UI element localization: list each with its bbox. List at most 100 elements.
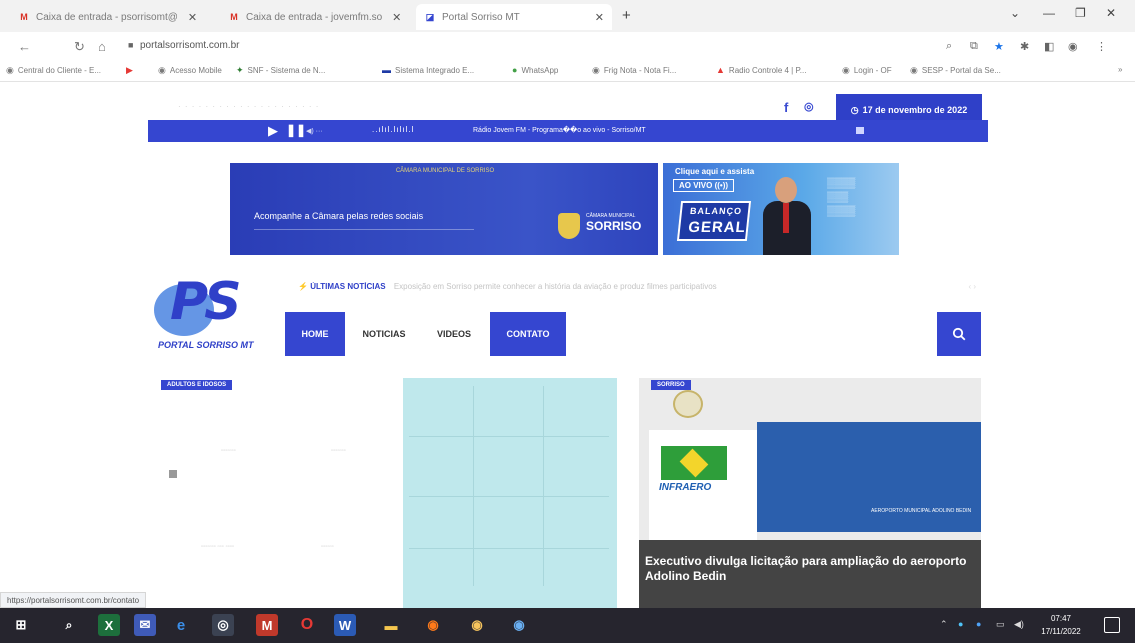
close-tab-icon[interactable]: ✕	[595, 11, 604, 24]
pause-icon[interactable]: ❚❚	[286, 123, 306, 137]
volume-icon[interactable]: ◀)	[1014, 619, 1024, 630]
edge-icon[interactable]: e	[170, 614, 192, 636]
site-logo[interactable]: PS PORTAL SORRISO MT	[154, 270, 274, 358]
top-bar: · · · · · · · · · · · · · · · · · · · · …	[148, 90, 988, 126]
bookmark-item[interactable]: ● WhatsApp	[512, 65, 558, 75]
bookmark-item[interactable]: ◉ Login - OF	[842, 65, 892, 76]
ticker-arrows-icon[interactable]: ‹ ›	[968, 282, 976, 291]
camara-crest-icon	[558, 213, 580, 239]
home-icon[interactable]: ⌂	[98, 39, 106, 54]
network-icon[interactable]: ▭	[996, 619, 1005, 630]
bookmark-label: Radio Controle 4 | P...	[728, 65, 807, 75]
card-headline[interactable]: Executivo divulga licitação para ampliaç…	[645, 554, 975, 584]
ticker-text[interactable]: Exposição em Sorriso permite conhecer a …	[394, 282, 717, 291]
reload-icon[interactable]: ↻	[74, 39, 85, 55]
tab-search-icon[interactable]: ⌄	[1010, 6, 1020, 20]
bookmark-item[interactable]: ▶	[126, 65, 137, 76]
instagram-icon[interactable]: ◎	[804, 100, 814, 113]
sie-icon: ▬	[382, 65, 391, 75]
bookmark-item[interactable]: ◉ Central do Cliente - E...	[6, 65, 101, 76]
restore-icon[interactable]: ❐	[1075, 6, 1086, 20]
facebook-icon[interactable]: f	[784, 100, 788, 115]
bookmark-item[interactable]: ◉ SESP - Portal da Se...	[910, 65, 1001, 76]
news-ticker[interactable]: ⚡ ÚLTIMAS NOTÍCIAS Exposição em Sorriso …	[298, 282, 978, 296]
nav-noticias[interactable]: NOTICIAS	[345, 312, 423, 356]
extensions-icon[interactable]: ✱	[1020, 40, 1029, 53]
close-tab-icon[interactable]: ✕	[188, 11, 197, 24]
bookmark-label: Acesso Mobile	[169, 66, 222, 75]
gmail-icon: M	[20, 12, 28, 22]
bookmark-item[interactable]: ▬ Sistema Integrado E...	[382, 65, 474, 75]
news-card-right[interactable]: SORRISO INFRAERO AEROPORTO MUNICIPAL ADO…	[639, 378, 981, 608]
category-tag[interactable]: ADULTOS E IDOSOS	[161, 380, 233, 390]
search-icon[interactable]: ⌕	[58, 614, 80, 636]
taskbar-clock[interactable]: 07:47 17/11/2022	[1035, 612, 1087, 638]
tab-gmail-2[interactable]: M Caixa de entrada - jovemfm.so ✕	[220, 4, 416, 30]
zoom-icon[interactable]: ⌕	[946, 40, 952, 53]
qr-icon	[169, 470, 177, 478]
lightning-icon: ⚡	[298, 282, 311, 291]
more-bookmarks-icon[interactable]: »	[1118, 65, 1122, 74]
bookmark-star-icon[interactable]: ★	[994, 40, 1004, 53]
bookmark-item[interactable]: ▲ Radio Controle 4 | P...	[716, 65, 806, 75]
windows-taskbar: ⊞ ⌕ X ✉ e ◎ M O W ▬ ◉ ◉ ◉ ⌃ ● ● ▭ ◀) 07:…	[0, 608, 1135, 643]
player-stop-icon[interactable]	[856, 127, 864, 134]
faded-text: ▫▫▫▫▫▫▫	[221, 448, 236, 454]
sidepanel-icon[interactable]: ◧	[1044, 40, 1054, 53]
tray-overflow-icon[interactable]: ⌃	[940, 619, 948, 630]
bookmark-item[interactable]: ◉ Acesso Mobile	[158, 65, 222, 76]
tray-app-icon[interactable]: ●	[958, 619, 963, 629]
balanco-logo-line2: GERAL	[687, 219, 747, 236]
file-explorer-icon[interactable]: ▬	[380, 614, 402, 636]
nav-contato[interactable]: CONTATO	[490, 312, 566, 356]
windows-start-icon[interactable]: ⊞	[10, 614, 32, 636]
chrome-icon[interactable]: ◎	[212, 614, 234, 636]
camara-ad-subtitle: Acompanhe a Câmara pelas redes sociais	[254, 211, 424, 221]
notifications-icon[interactable]	[1104, 617, 1120, 633]
window-close-icon[interactable]: ✕	[1106, 6, 1116, 20]
audio-waveform: ..ılıl.lılıl.l	[372, 125, 415, 134]
app-icon[interactable]: ◉	[466, 614, 488, 636]
bookmark-item[interactable]: ✦ SNF - Sistema de N...	[236, 65, 325, 76]
back-icon[interactable]: ←	[18, 39, 31, 54]
faded-text: ▫▫▫▫▫▫▫	[331, 448, 346, 454]
search-button[interactable]	[937, 312, 981, 356]
faded-text: ▫▫▫▫▫▫▫ ▫▫▫ ▫▫▫▫	[201, 544, 235, 550]
url-field[interactable]: portalsorrisomt.com.br	[140, 40, 239, 51]
youtube-icon: ▶	[126, 65, 133, 75]
category-tag[interactable]: SORRISO	[651, 380, 691, 390]
globe-icon: ◉	[842, 65, 850, 75]
nav-label: NOTICIAS	[362, 329, 406, 339]
bookmark-item[interactable]: ◉ Frig Nota - Nota Fi...	[592, 65, 676, 76]
close-tab-icon[interactable]: ✕	[392, 11, 401, 24]
minimize-icon[interactable]: —	[1043, 6, 1055, 20]
clock-date: 17/11/2022	[1041, 627, 1081, 636]
app-icon[interactable]: ◉	[508, 614, 530, 636]
tab-gmail-1[interactable]: M Caixa de entrada - psorrisomt@ ✕	[10, 4, 220, 30]
new-tab-icon[interactable]: +	[622, 7, 631, 24]
share-icon[interactable]: ⧉	[970, 40, 978, 53]
menu-dots-icon[interactable]: ⋮	[1096, 40, 1107, 53]
nav-home[interactable]: HOME	[285, 312, 345, 356]
play-icon[interactable]: ▶	[268, 123, 278, 139]
bookmark-label: SESP - Portal da Se...	[921, 66, 1001, 75]
volume-icon[interactable]: ◀) ···	[306, 127, 323, 135]
camara-ad-banner[interactable]: CÂMARA MUNICIPAL DE SORRISO Acompanhe a …	[230, 163, 658, 255]
news-card-left[interactable]: ADULTOS E IDOSOS ▫▫▫▫▫▫▫ ▫▫▫▫▫▫▫ ▫▫▫▫▫▫▫…	[161, 378, 635, 608]
desktop-window: { "browser": { "tabs": [ {"title": "Caix…	[0, 0, 1135, 643]
tray-app-icon[interactable]: ●	[976, 619, 981, 629]
nav-videos[interactable]: VIDEOS	[423, 312, 485, 356]
media-icon[interactable]: M	[256, 614, 278, 636]
firefox-icon[interactable]: ◉	[422, 614, 444, 636]
mail-icon[interactable]: ✉	[134, 614, 156, 636]
bookmark-label: SNF - Sistema de N...	[247, 66, 326, 75]
balanco-geral-ad-banner[interactable]: Clique aqui e assista AO VIVO ((•)) BALA…	[663, 163, 899, 255]
search-icon	[952, 327, 966, 341]
word-icon[interactable]: W	[334, 614, 356, 636]
opera-icon[interactable]: O	[296, 614, 318, 636]
nav-label: CONTATO	[506, 329, 550, 339]
card-caption-overlay: Executivo divulga licitação para ampliaç…	[639, 540, 981, 608]
excel-icon[interactable]: X	[98, 614, 120, 636]
profile-avatar-icon[interactable]: ◉	[1068, 40, 1078, 53]
tab-portal-sorriso[interactable]: ◪ Portal Sorriso MT ✕	[416, 4, 612, 30]
